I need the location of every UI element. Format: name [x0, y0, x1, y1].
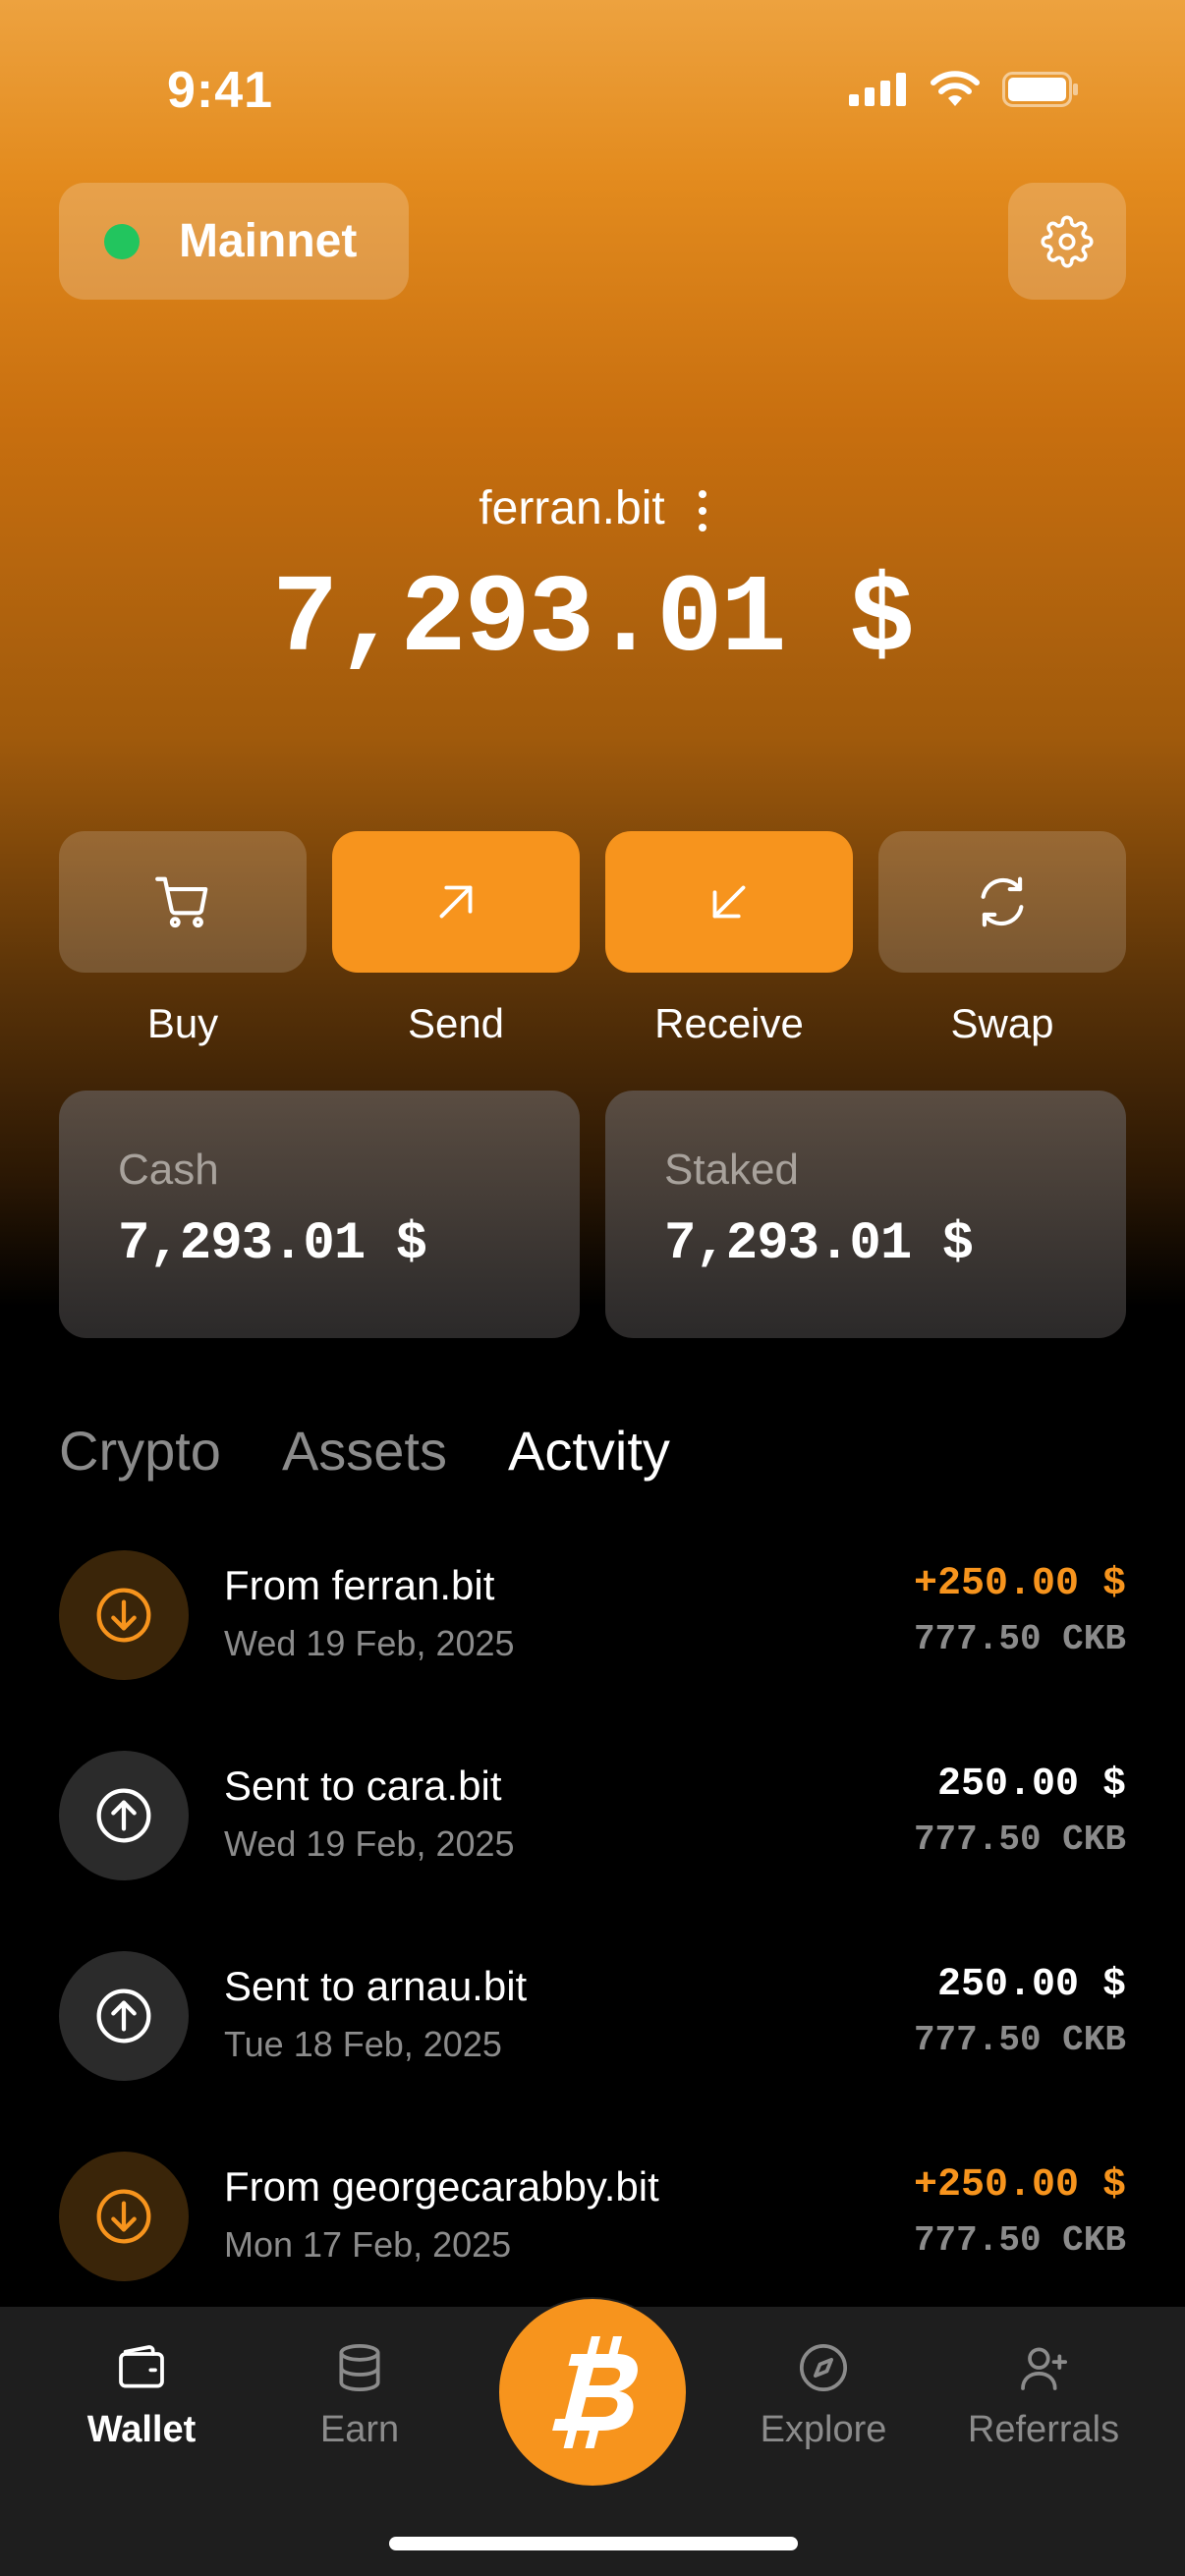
transaction-amount: 250.00 $ — [936, 1763, 1126, 1807]
send-button[interactable] — [332, 831, 580, 973]
status-icons — [849, 71, 1079, 108]
cellular-signal-icon — [849, 73, 906, 106]
network-status-dot — [104, 223, 140, 259]
receive-label: Receive — [654, 1000, 804, 1046]
arrow-up-circle-icon — [96, 1788, 151, 1843]
total-balance: 7,293.01 $ — [271, 558, 915, 683]
cart-icon — [155, 876, 208, 928]
nav-earn-label: Earn — [319, 2409, 400, 2450]
asset-tabs: Crypto Assets Actvity — [59, 1419, 670, 1483]
transaction-amount: +250.00 $ — [913, 2163, 1126, 2208]
nav-wallet[interactable]: Wallet — [43, 2340, 240, 2451]
arrow-up-circle-icon — [96, 1988, 151, 2044]
user-plus-icon — [1021, 2347, 1068, 2390]
home-indicator — [389, 2537, 798, 2550]
network-selector[interactable]: Mainnet — [59, 183, 409, 300]
swap-button[interactable] — [878, 831, 1126, 973]
staked-card[interactable]: Staked 7,293.01 $ — [605, 1091, 1126, 1338]
receive-button[interactable] — [605, 831, 853, 973]
network-label: Mainnet — [179, 215, 358, 267]
buy-label: Buy — [146, 1000, 219, 1046]
receive-transaction-badge — [59, 1550, 189, 1680]
bitcoin-icon — [552, 2336, 638, 2448]
staked-label: Staked — [664, 1146, 799, 1194]
nav-wallet-label: Wallet — [86, 2409, 197, 2450]
send-label: Send — [407, 1000, 505, 1046]
wallet-icon — [119, 2345, 164, 2388]
buy-button[interactable] — [59, 831, 307, 973]
transaction-token-amount: 777.50 CKB — [913, 1619, 1126, 1659]
more-vertical-icon[interactable] — [698, 486, 706, 532]
transaction-date: Wed 19 Feb, 2025 — [224, 1823, 515, 1864]
database-icon — [339, 2343, 380, 2392]
transaction-title: Sent to cara.bit — [224, 1763, 502, 1809]
list-item[interactable]: From ferran.bit Wed 19 Feb, 2025 +250.00… — [59, 1550, 1126, 1680]
transaction-date: Mon 17 Feb, 2025 — [224, 2224, 512, 2265]
nav-explore-label: Explore — [760, 2409, 887, 2450]
settings-button[interactable] — [1008, 183, 1126, 300]
arrow-down-circle-icon — [96, 1588, 151, 1643]
transaction-amount: +250.00 $ — [913, 1562, 1126, 1606]
staked-value: 7,293.01 $ — [664, 1214, 974, 1274]
transaction-title: From georgecarabby.bit — [224, 2163, 659, 2210]
tab-assets[interactable]: Assets — [282, 1419, 447, 1483]
wifi-icon — [931, 71, 980, 106]
swap-icon — [981, 876, 1024, 927]
battery-icon — [1002, 72, 1078, 107]
tab-activity[interactable]: Actvity — [508, 1419, 670, 1483]
arrow-up-right-icon — [439, 885, 473, 919]
list-item[interactable]: Sent to cara.bit Wed 19 Feb, 2025 250.00… — [59, 1751, 1126, 1880]
transaction-title: From ferran.bit — [224, 1562, 495, 1608]
send-transaction-badge — [59, 1751, 189, 1880]
list-item[interactable]: From georgecarabby.bit Mon 17 Feb, 2025 … — [59, 2152, 1126, 2281]
account-row: ferran.bit — [0, 481, 1185, 535]
arrow-down-circle-icon — [96, 2189, 151, 2244]
send-transaction-badge — [59, 1951, 189, 2081]
swap-label: Swap — [950, 1000, 1054, 1046]
nav-referrals[interactable]: Referrals — [945, 2340, 1142, 2451]
arrow-down-left-icon — [712, 885, 746, 919]
transaction-title: Sent to arnau.bit — [224, 1963, 528, 2009]
transaction-date: Wed 19 Feb, 2025 — [224, 1623, 515, 1663]
nav-explore[interactable]: Explore — [725, 2340, 922, 2451]
cash-value: 7,293.01 $ — [118, 1214, 427, 1274]
gear-icon — [1041, 214, 1094, 268]
compass-icon — [799, 2343, 848, 2392]
bitcoin-center-button[interactable] — [497, 2297, 688, 2488]
nav-earn[interactable]: Earn — [261, 2340, 458, 2451]
transaction-token-amount: 777.50 CKB — [913, 2020, 1126, 2060]
account-name: ferran.bit — [479, 482, 665, 534]
tab-crypto[interactable]: Crypto — [59, 1419, 221, 1483]
transaction-amount: 250.00 $ — [936, 1963, 1126, 2007]
transaction-token-amount: 777.50 CKB — [913, 1820, 1126, 1860]
list-item[interactable]: Sent to arnau.bit Tue 18 Feb, 2025 250.0… — [59, 1951, 1126, 2081]
transaction-date: Tue 18 Feb, 2025 — [224, 2024, 502, 2064]
cash-card[interactable]: Cash 7,293.01 $ — [59, 1091, 580, 1338]
status-time: 9:41 — [167, 62, 274, 119]
cash-label: Cash — [118, 1146, 219, 1194]
receive-transaction-badge — [59, 2152, 189, 2281]
nav-referrals-label: Referrals — [967, 2409, 1120, 2450]
transaction-token-amount: 777.50 CKB — [913, 2220, 1126, 2261]
